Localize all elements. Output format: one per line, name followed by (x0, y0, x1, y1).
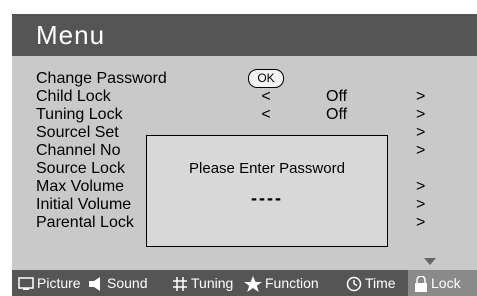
tab-label: Lock (431, 275, 461, 291)
menu-item-label: Parental Lock (36, 214, 134, 231)
menu-item-value: Off (326, 88, 348, 105)
tuning-icon (173, 277, 187, 292)
tab-tuning[interactable]: Tuning (172, 270, 233, 296)
tab-lock[interactable]: Lock (408, 270, 477, 296)
menu-item-label: Change Password (36, 70, 167, 87)
tab-picture[interactable]: Picture (18, 270, 81, 296)
menu-item-label: Sourcel Set (36, 124, 119, 141)
tab-label: Function (265, 275, 319, 291)
right-arrow-icon[interactable]: > (416, 88, 425, 106)
sound-icon (89, 277, 100, 292)
right-arrow-icon[interactable]: > (416, 196, 425, 214)
menu-item-label: Source Lock (36, 160, 125, 177)
tab-time[interactable]: Time (346, 270, 396, 296)
tab-sound[interactable]: Sound (88, 270, 147, 296)
left-arrow-icon[interactable]: < (256, 88, 276, 106)
right-arrow-icon[interactable]: > (416, 178, 425, 196)
right-arrow-icon[interactable]: > (416, 214, 425, 232)
function-star-icon (244, 276, 262, 293)
menu-row-change-password[interactable]: Change Password OK (12, 69, 477, 88)
bottom-tab-bar: Picture Sound Tuning Function Time Lock (12, 270, 477, 296)
tab-label: Time (365, 275, 396, 291)
tv-menu-screen: Menu Change Password OK Child Lock < Off… (12, 14, 477, 296)
password-input[interactable]: ---- (147, 188, 387, 209)
right-arrow-icon[interactable]: > (416, 106, 425, 124)
tab-label: Picture (37, 275, 81, 291)
clock-icon (346, 277, 362, 292)
menu-item-label: Channel No (36, 142, 121, 159)
tab-label: Tuning (191, 275, 234, 291)
menu-item-label: Child Lock (36, 88, 111, 105)
tab-function[interactable]: Function (244, 270, 319, 296)
menu-item-label: Max Volume (36, 178, 125, 195)
menu-row-tuning-lock[interactable]: Tuning Lock < Off > (12, 106, 477, 124)
tab-label: Sound (107, 275, 148, 291)
menu-item-label: Tuning Lock (36, 106, 123, 123)
right-arrow-icon[interactable]: > (416, 142, 425, 160)
picture-icon (18, 277, 34, 291)
menu-row-child-lock[interactable]: Child Lock < Off > (12, 88, 477, 106)
right-arrow-icon[interactable]: > (416, 124, 425, 142)
password-dialog: Please Enter Password ---- (146, 135, 388, 247)
scroll-down-icon[interactable] (424, 258, 436, 265)
menu-title: Menu (36, 20, 106, 50)
menu-item-label: Initial Volume (36, 196, 132, 213)
ok-button[interactable]: OK (248, 69, 284, 88)
lock-icon (415, 276, 427, 293)
title-bar: Menu (12, 14, 477, 56)
menu-item-value: Off (326, 106, 348, 123)
password-prompt: Please Enter Password (189, 160, 345, 177)
left-arrow-icon[interactable]: < (256, 106, 276, 124)
